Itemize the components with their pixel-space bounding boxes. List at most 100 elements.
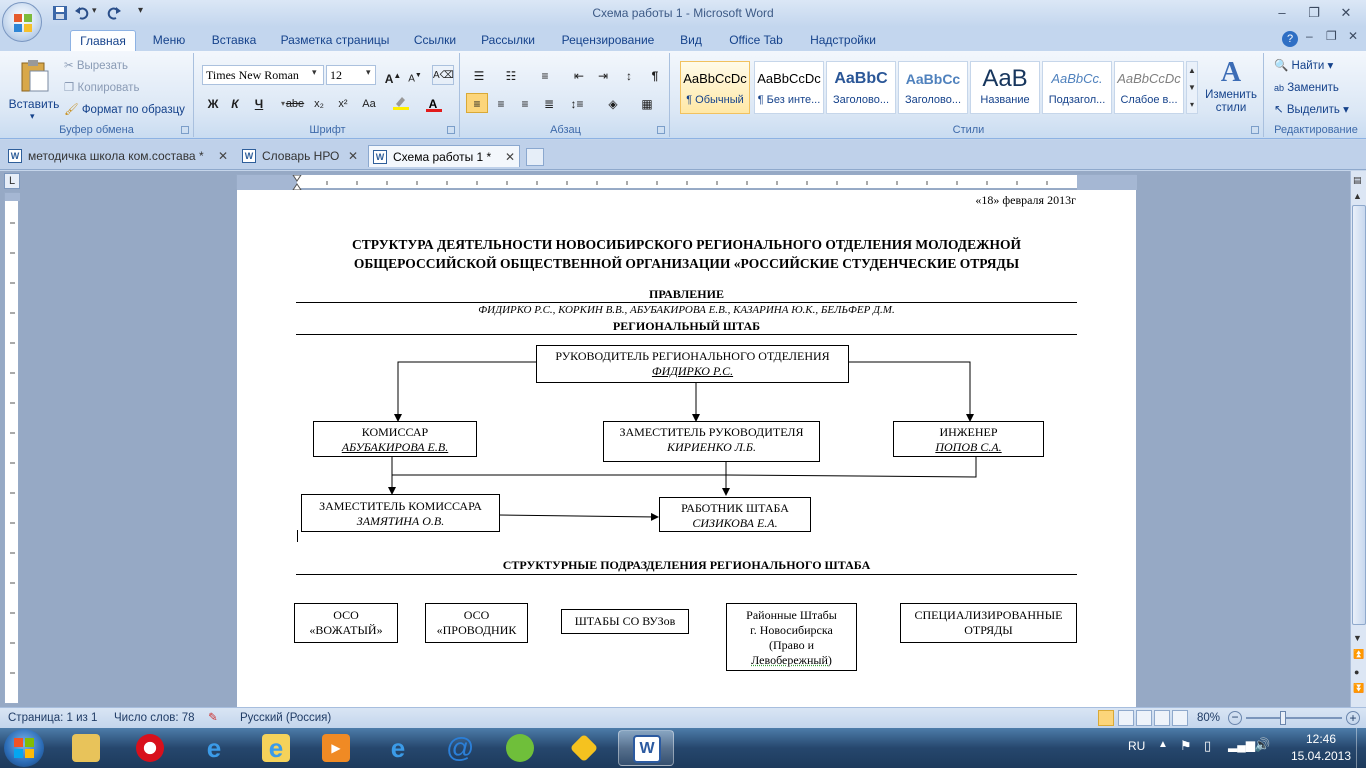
copy-button[interactable]: ❐ Копировать bbox=[64, 78, 139, 98]
input-language[interactable]: RU bbox=[1128, 739, 1145, 753]
zoom-level[interactable]: 80% bbox=[1197, 708, 1220, 728]
taskbar-mail[interactable]: @ bbox=[432, 730, 488, 766]
taskbar-utorrent[interactable] bbox=[492, 730, 548, 766]
tab-references[interactable]: Ссылки bbox=[406, 30, 464, 51]
style-no-spacing[interactable]: AaBbCcDc ¶ Без инте... bbox=[754, 61, 824, 114]
proofing-icon[interactable]: ✎ bbox=[208, 708, 218, 728]
page-count[interactable]: Страница: 1 из 1 bbox=[8, 708, 97, 728]
format-painter-button[interactable]: 🖌 Формат по образцу bbox=[64, 100, 185, 120]
clock-date[interactable]: 15.04.2013 bbox=[1286, 749, 1356, 763]
font-color-icon[interactable]: A bbox=[422, 93, 444, 113]
scroll-down-icon[interactable]: ▼ bbox=[1353, 633, 1362, 643]
clipboard-launcher[interactable] bbox=[181, 126, 189, 134]
find-button[interactable]: 🔍 Найти ▾ bbox=[1274, 56, 1333, 76]
increase-indent-icon[interactable]: ⇥ bbox=[592, 65, 614, 85]
tab-mailings[interactable]: Рассылки bbox=[474, 30, 542, 51]
taskbar-word[interactable]: W bbox=[618, 730, 674, 766]
shading-icon[interactable]: ◈ bbox=[602, 93, 624, 113]
highlight-icon[interactable] bbox=[390, 93, 412, 113]
language[interactable]: Русский (Россия) bbox=[240, 708, 331, 728]
align-center-icon[interactable]: ≡ bbox=[490, 93, 512, 113]
multilevel-list-icon[interactable]: ≡ bbox=[534, 65, 556, 85]
line-spacing-icon[interactable]: ↕≡ bbox=[566, 93, 588, 113]
taskbar-ie-3[interactable]: e bbox=[370, 730, 426, 766]
doc-minimize-button[interactable]: – bbox=[1306, 29, 1313, 43]
paste-button[interactable]: Вставить ▾ bbox=[8, 57, 59, 123]
office-button[interactable] bbox=[2, 2, 42, 42]
print-layout-icon[interactable] bbox=[1098, 710, 1114, 726]
style-subtle-emphasis[interactable]: AaBbCcDc Слабое в... bbox=[1114, 61, 1184, 114]
browse-object-icon[interactable]: ● bbox=[1354, 667, 1359, 677]
paragraph-launcher[interactable] bbox=[657, 126, 665, 134]
taskbar-tools[interactable] bbox=[556, 730, 612, 766]
taskbar-media-player[interactable]: ▶ bbox=[308, 730, 364, 766]
style-title[interactable]: AaB Название bbox=[970, 61, 1040, 114]
doc-tab-skhema[interactable]: W Схема работы 1 * ✕ bbox=[368, 145, 520, 167]
restore-button[interactable]: ❐ bbox=[1302, 4, 1326, 22]
font-name-dropdown-icon[interactable]: ▾ bbox=[312, 67, 317, 78]
doc-close-button[interactable]: ✕ bbox=[1348, 29, 1358, 43]
close-button[interactable]: ✕ bbox=[1334, 4, 1358, 22]
device-icon[interactable]: ▯ bbox=[1204, 738, 1211, 754]
font-launcher[interactable] bbox=[447, 126, 455, 134]
minimize-button[interactable]: – bbox=[1270, 4, 1294, 22]
tab-page-layout[interactable]: Разметка страницы bbox=[274, 30, 396, 51]
style-subtitle[interactable]: AaBbCc. Подзагол... bbox=[1042, 61, 1112, 114]
bullets-icon[interactable]: ☰ bbox=[468, 65, 490, 85]
volume-icon[interactable]: 🔊 bbox=[1254, 737, 1270, 753]
shrink-font-icon[interactable]: A▼ bbox=[404, 65, 426, 85]
new-tab-icon[interactable] bbox=[526, 148, 544, 166]
superscript-icon[interactable]: x² bbox=[332, 93, 354, 113]
scroll-up-icon[interactable]: ▲ bbox=[1353, 191, 1362, 201]
flag-icon[interactable]: ⚑ bbox=[1180, 738, 1192, 754]
tab-selector[interactable]: L bbox=[4, 173, 20, 189]
justify-icon[interactable]: ≣ bbox=[538, 93, 560, 113]
taskbar-explorer[interactable] bbox=[58, 730, 114, 766]
sort-icon[interactable]: ↕ bbox=[618, 65, 640, 85]
zoom-slider-thumb[interactable] bbox=[1280, 711, 1286, 725]
vertical-ruler[interactable] bbox=[4, 192, 20, 704]
close-tab-icon[interactable]: ✕ bbox=[348, 145, 358, 167]
close-tab-icon[interactable]: ✕ bbox=[218, 145, 228, 167]
styles-scroll[interactable]: ▲ ▼ ▾ bbox=[1186, 61, 1198, 114]
tab-review[interactable]: Рецензирование bbox=[552, 30, 664, 51]
replace-button[interactable]: ab Заменить bbox=[1274, 78, 1339, 98]
grow-font-icon[interactable]: A▲ bbox=[382, 65, 404, 86]
horizontal-ruler[interactable] bbox=[236, 174, 1137, 190]
align-left-icon[interactable]: ≡ bbox=[466, 93, 488, 113]
italic-button[interactable]: К bbox=[224, 93, 246, 113]
clock-time[interactable]: 12:46 bbox=[1298, 732, 1344, 746]
style-normal[interactable]: AaBbCcDc ¶ Обычный bbox=[680, 61, 750, 114]
tab-menu[interactable]: Меню bbox=[144, 30, 194, 51]
style-heading-2[interactable]: AaBbCc Заголово... bbox=[898, 61, 968, 114]
strikethrough-button[interactable]: abe bbox=[284, 93, 306, 113]
network-icon[interactable]: ▂▄▆ bbox=[1228, 738, 1255, 752]
clear-format-icon[interactable]: A⌫ bbox=[432, 65, 454, 85]
draft-icon[interactable] bbox=[1172, 710, 1188, 726]
undo-icon[interactable] bbox=[74, 5, 90, 21]
styles-launcher[interactable] bbox=[1251, 126, 1259, 134]
ruler-toggle-icon[interactable]: ▤ bbox=[1353, 175, 1365, 187]
scroll-thumb[interactable] bbox=[1352, 205, 1366, 625]
tab-addins[interactable]: Надстройки bbox=[804, 30, 882, 51]
change-styles-button[interactable]: A Изменить стили bbox=[1202, 57, 1260, 121]
numbering-icon[interactable]: ☷ bbox=[500, 65, 522, 85]
full-screen-reading-icon[interactable] bbox=[1118, 710, 1134, 726]
save-icon[interactable] bbox=[52, 5, 68, 21]
taskbar-ie-2[interactable]: e bbox=[248, 730, 304, 766]
cut-button[interactable]: ✂ Вырезать bbox=[64, 56, 128, 76]
tab-view[interactable]: Вид bbox=[674, 30, 708, 51]
borders-icon[interactable]: ▦ bbox=[636, 93, 658, 113]
vertical-scrollbar[interactable]: ▤ ▲ ▼ ⏫ ● ⏬ bbox=[1350, 171, 1366, 707]
style-heading-1[interactable]: AaBbC Заголово... bbox=[826, 61, 896, 114]
doc-tab-slovar[interactable]: W Словарь НРО ✕ bbox=[238, 145, 362, 167]
taskbar-ie[interactable]: e bbox=[186, 730, 242, 766]
close-tab-icon[interactable]: ✕ bbox=[505, 146, 515, 168]
tab-home[interactable]: Главная bbox=[70, 30, 136, 51]
zoom-slider[interactable] bbox=[1246, 717, 1342, 719]
redo-icon[interactable] bbox=[106, 5, 122, 21]
taskbar-opera[interactable] bbox=[122, 730, 178, 766]
customize-qat-icon[interactable]: ▾ bbox=[138, 5, 154, 21]
tab-office-tab[interactable]: Office Tab bbox=[718, 30, 794, 51]
show-marks-icon[interactable]: ¶ bbox=[644, 65, 666, 85]
